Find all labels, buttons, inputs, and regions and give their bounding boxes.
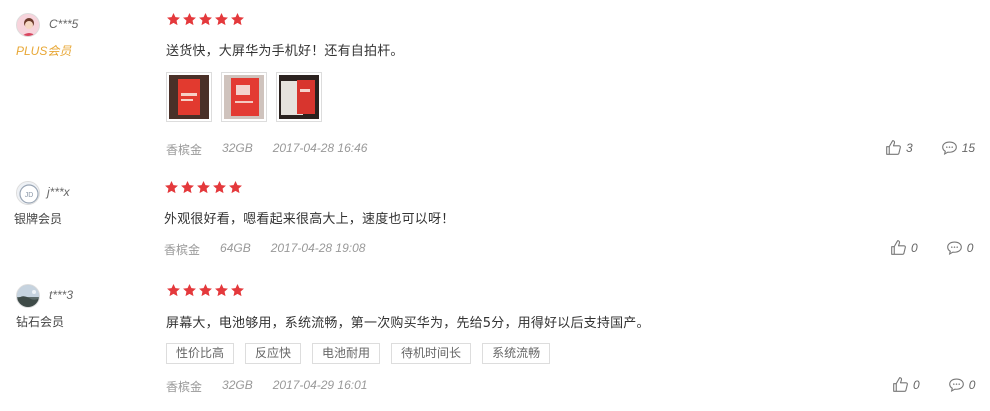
star-icon <box>183 283 196 297</box>
review-actions: 0 0 <box>890 239 973 256</box>
thumbs-up-icon <box>891 240 906 255</box>
comment-icon <box>946 240 962 255</box>
reply-count: 0 <box>966 240 974 255</box>
username[interactable]: j***x <box>47 185 70 199</box>
reply-button[interactable]: 15 <box>941 140 975 156</box>
like-button[interactable]: 0 <box>890 239 918 256</box>
star-icon <box>213 180 226 194</box>
star-icon <box>231 283 244 297</box>
star-icon <box>165 180 178 194</box>
star-icon <box>215 283 228 297</box>
reply-button[interactable]: 0 <box>948 377 976 393</box>
star-icon <box>183 12 196 26</box>
member-level: PLUS会员 <box>16 44 72 58</box>
tag: 系统流畅 <box>482 343 551 364</box>
star-rating <box>166 283 245 298</box>
star-icon <box>167 12 180 26</box>
avatar[interactable] <box>16 284 40 308</box>
review-meta: 香槟金 32GB 2017-04-28 16:46 <box>166 141 387 158</box>
star-icon <box>229 180 242 194</box>
star-icon <box>197 180 210 194</box>
thumbs-up-icon <box>893 377 908 392</box>
product-color: 香槟金 <box>166 143 203 157</box>
avatar[interactable]: JD <box>16 181 40 205</box>
tag: 待机时间长 <box>391 343 472 364</box>
review-date: 2017-04-28 19:08 <box>270 241 366 255</box>
like-count: 0 <box>913 377 920 392</box>
svg-text:JD: JD <box>25 192 34 199</box>
review-item: t***3 钻石会员 屏幕大，电池够用，系统流畅，第一次购买华为，先给5分，用得… <box>0 268 990 411</box>
reply-count: 15 <box>961 140 976 155</box>
tag: 反应快 <box>245 343 302 364</box>
thumbs-up-icon <box>886 140 901 155</box>
star-icon <box>215 12 228 26</box>
username[interactable]: C***5 <box>49 17 78 31</box>
like-count: 3 <box>906 140 913 155</box>
comment-icon <box>941 140 957 155</box>
star-icon <box>231 12 244 26</box>
tag: 电池耐用 <box>312 343 381 364</box>
star-rating <box>164 180 243 195</box>
like-button[interactable]: 3 <box>885 139 913 156</box>
product-storage: 32GB <box>222 378 253 392</box>
reply-count: 0 <box>968 377 976 392</box>
product-storage: 64GB <box>220 241 251 255</box>
member-level: 银牌会员 <box>14 212 63 226</box>
star-rating <box>166 12 245 27</box>
review-date: 2017-04-28 16:46 <box>272 141 368 155</box>
username[interactable]: t***3 <box>49 288 73 302</box>
comment-icon <box>948 377 964 392</box>
review-actions: 0 0 <box>892 376 975 393</box>
review-item: JD j***x 银牌会员 外观很好看，嗯看起来很高大上，速度也可以呀！ 香槟金… <box>0 168 990 268</box>
photo-thumbnail[interactable] <box>221 72 267 122</box>
review-text: 外观很好看，嗯看起来很高大上，速度也可以呀！ <box>164 212 455 227</box>
member-level: 钻石会员 <box>16 315 65 329</box>
star-icon <box>199 12 212 26</box>
reply-button[interactable]: 0 <box>946 240 974 256</box>
photo-thumbnail[interactable] <box>166 72 212 122</box>
photo-thumbnails <box>166 72 322 122</box>
star-icon <box>181 180 194 194</box>
avatar[interactable] <box>16 13 40 37</box>
review-item: C***5 PLUS会员 送货快，大屏华为手机好！还有自拍杆。 香槟金 32GB <box>0 0 990 168</box>
product-color: 香槟金 <box>166 380 203 394</box>
review-text: 屏幕大，电池够用，系统流畅，第一次购买华为，先给5分，用得好以后支持国产。 <box>166 316 650 331</box>
product-storage: 32GB <box>222 141 253 155</box>
review-meta: 香槟金 32GB 2017-04-29 16:01 <box>166 378 387 395</box>
product-color: 香槟金 <box>164 243 201 257</box>
like-button[interactable]: 0 <box>892 376 920 393</box>
review-tags: 性价比高 反应快 电池耐用 待机时间长 系统流畅 <box>166 343 551 364</box>
review-text: 送货快，大屏华为手机好！还有自拍杆。 <box>166 44 404 59</box>
like-count: 0 <box>911 240 918 255</box>
review-meta: 香槟金 64GB 2017-04-28 19:08 <box>164 241 385 258</box>
star-icon <box>167 283 180 297</box>
star-icon <box>199 283 212 297</box>
review-date: 2017-04-29 16:01 <box>272 378 368 392</box>
photo-thumbnail[interactable] <box>276 72 322 122</box>
review-actions: 3 15 <box>885 139 975 156</box>
tag: 性价比高 <box>166 343 235 364</box>
